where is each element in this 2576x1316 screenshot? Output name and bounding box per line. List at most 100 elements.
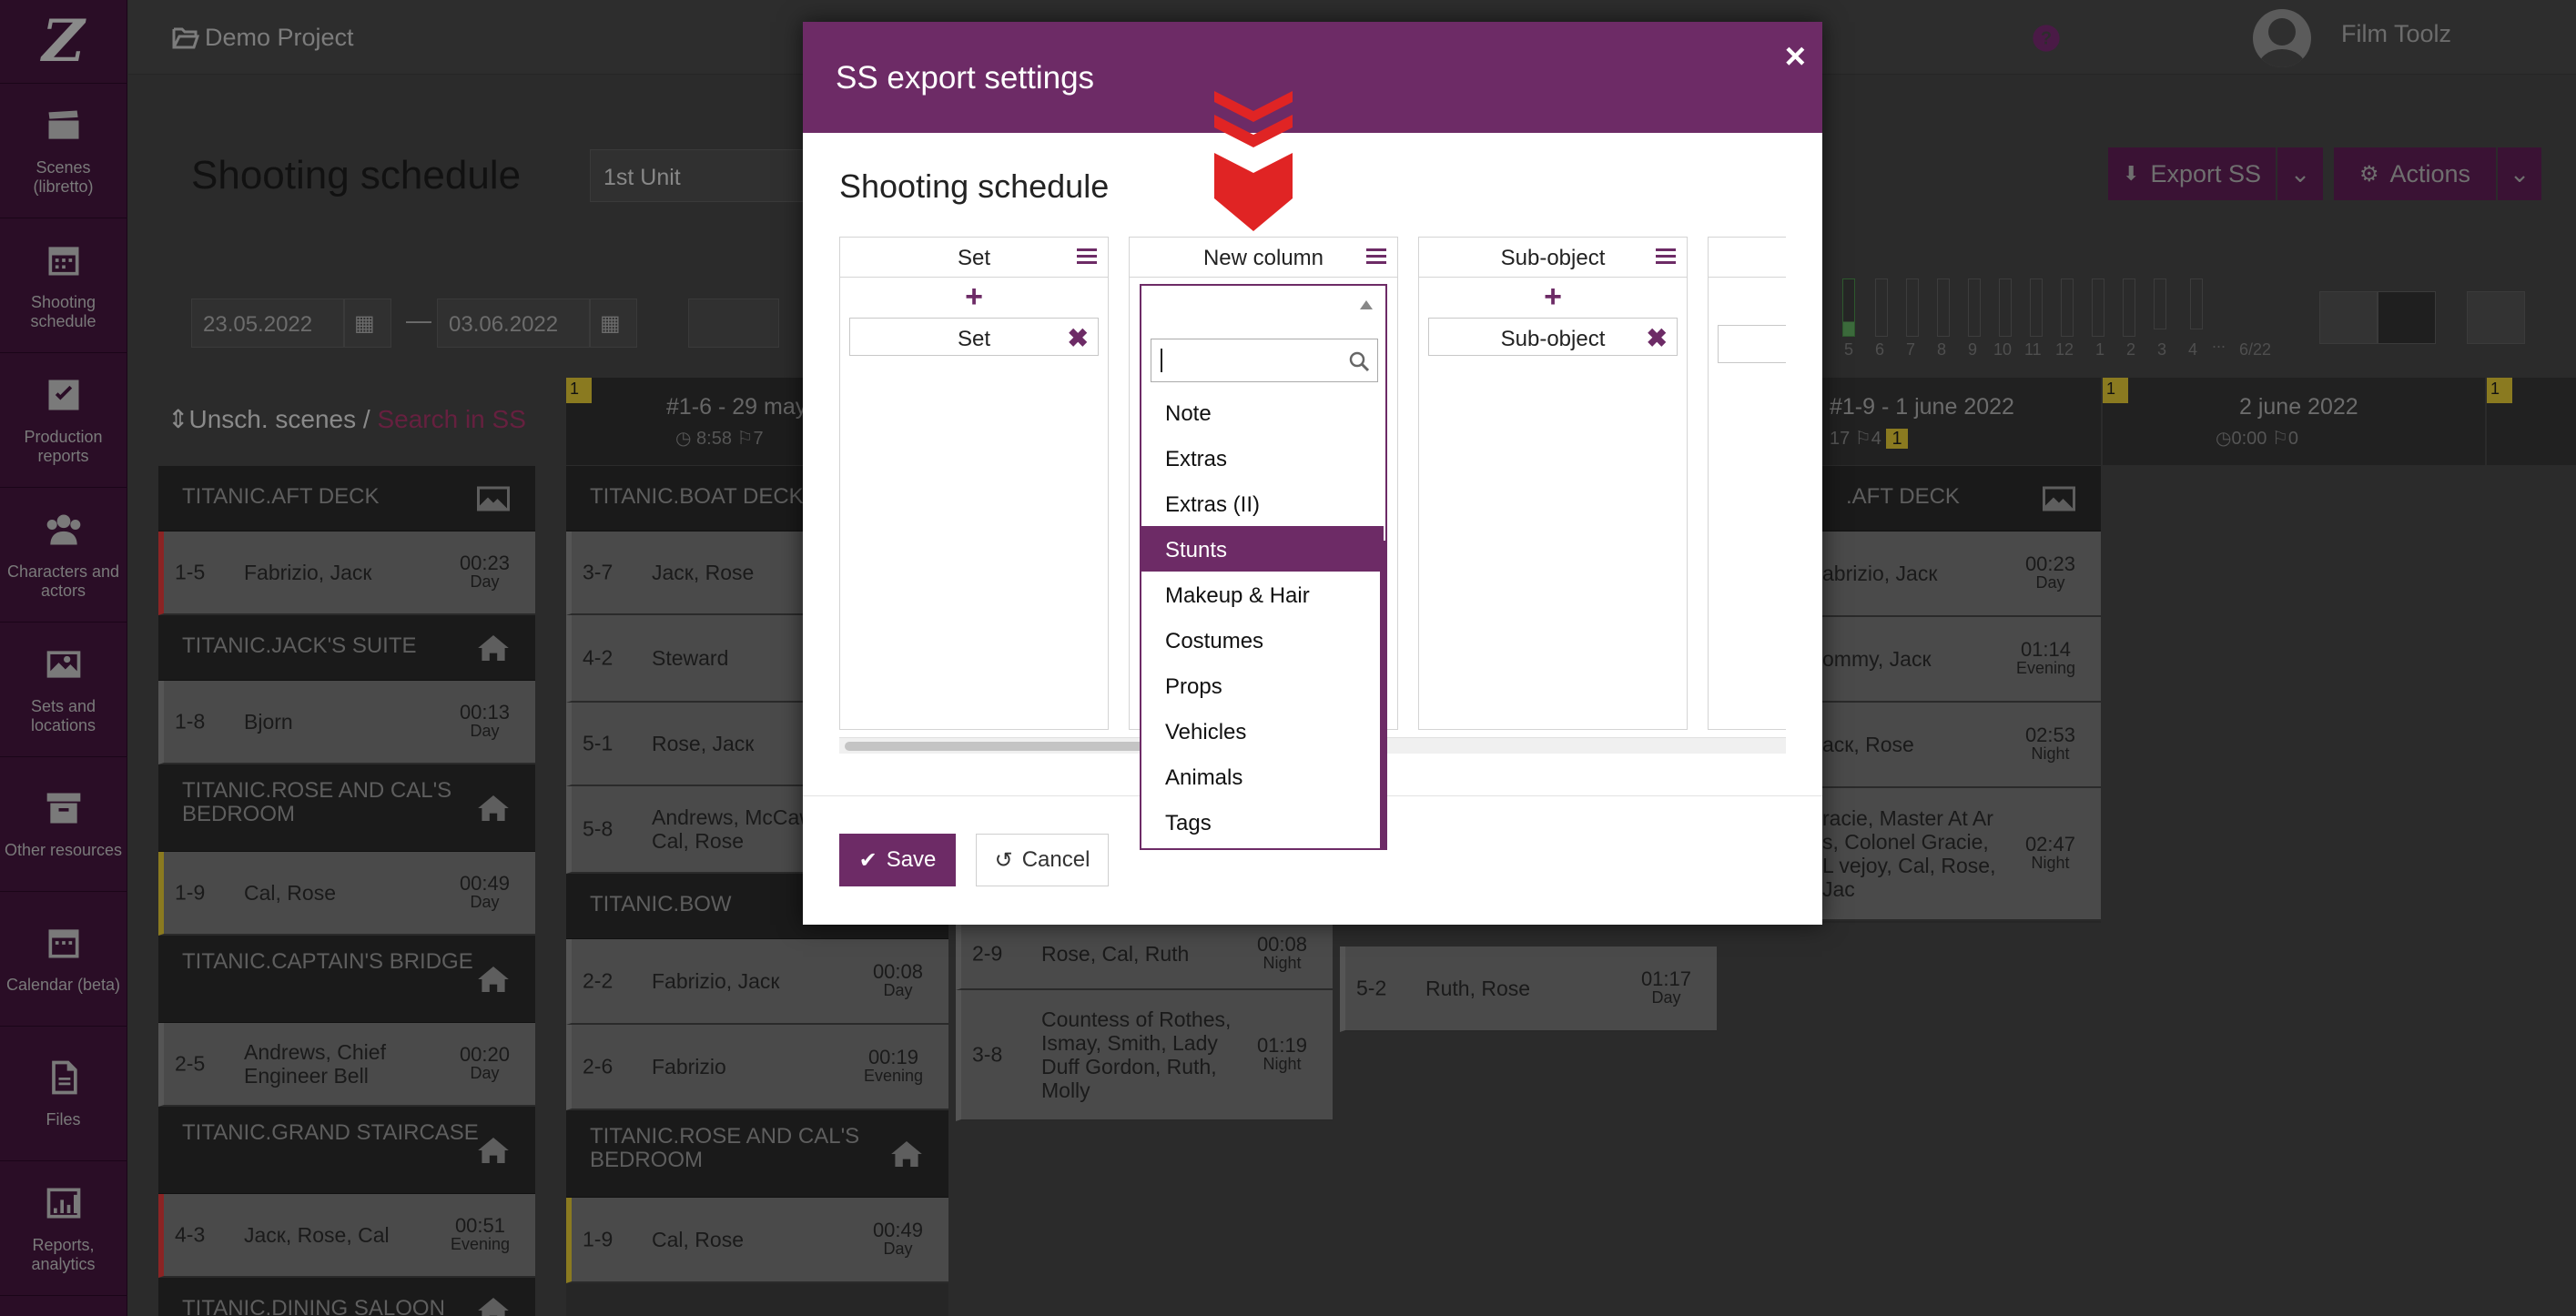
actions-dropdown-toggle[interactable]: ⌄ xyxy=(2498,147,2541,200)
scene-row[interactable]: 3-8 Countess of Rothes, Ismay, Smith, Lad… xyxy=(956,990,1333,1121)
scene-row[interactable]: 1-9 Cal, Rose 00:49 Day xyxy=(566,1198,948,1283)
unit-select[interactable]: 1st Unit xyxy=(590,149,808,202)
search-in-ss-link[interactable]: Search in SS xyxy=(377,405,525,433)
card-view-button[interactable] xyxy=(2378,291,2436,344)
scene-row[interactable]: 1-8 Bjorn 00:13 Day xyxy=(158,681,535,764)
caret-up-icon[interactable] xyxy=(1360,300,1373,309)
scene-row[interactable]: 1-5 Fabrizio, Jacк 00:23 Day xyxy=(158,531,535,615)
app-logo[interactable]: Z xyxy=(0,0,127,84)
save-button[interactable]: ✔ Save xyxy=(839,834,956,886)
column-header[interactable]: Sub-object xyxy=(1419,238,1687,278)
scene-row[interactable]: abrizio, Jacк 00:23 Day xyxy=(1822,531,2101,617)
export-dropdown-toggle[interactable]: ⌄ xyxy=(2277,147,2323,200)
help-icon[interactable]: ? xyxy=(2031,24,2062,53)
set-header[interactable]: TITANIC.CAPTAIN'S BRIDGE xyxy=(158,936,535,1023)
day-bar[interactable] xyxy=(2154,278,2166,329)
field-select-dropdown[interactable]: Note Extras Extras (II) Stunts Makeup & … xyxy=(1140,284,1387,850)
dropdown-option[interactable]: Extras xyxy=(1141,435,1384,481)
search-input[interactable] xyxy=(688,299,779,348)
dropdown-option[interactable]: Makeup & Hair xyxy=(1141,572,1384,617)
day-bar[interactable] xyxy=(1937,278,1950,337)
column-header[interactable]: Set xyxy=(840,238,1108,278)
export-column-sub-object[interactable]: Sub-object + Sub-object ✖ xyxy=(1418,237,1688,730)
scene-row[interactable]: 2-6 Fabrizio 00:19 Evening xyxy=(566,1025,948,1110)
cancel-button[interactable]: ↺ Cancel xyxy=(976,834,1109,886)
dropdown-option[interactable]: Vehicles xyxy=(1141,708,1384,754)
dropdown-option[interactable]: Note xyxy=(1141,390,1384,435)
calendar-icon[interactable]: ▦ xyxy=(590,299,637,348)
date-from-input[interactable]: 23.05.2022 xyxy=(191,299,344,348)
scene-row[interactable]: 1-9 Cal, Rose 00:49 Day xyxy=(158,852,535,936)
scene-row[interactable]: 2-2 Fabrizio, Jacк 00:08 Day xyxy=(566,939,948,1025)
column-header[interactable] xyxy=(1709,238,1786,278)
column-field-chip[interactable]: Sub-object ✖ xyxy=(1428,318,1678,356)
remove-icon[interactable]: ✖ xyxy=(1068,323,1089,353)
sidebar-item-sets[interactable]: Sets and locations xyxy=(0,623,127,757)
dropdown-search-input[interactable] xyxy=(1151,339,1378,382)
day-bar[interactable] xyxy=(1999,278,2012,337)
set-header[interactable]: TITANIC.ROSE AND CAL'S BEDROOM xyxy=(566,1110,948,1198)
unscheduled-header[interactable]: ⇕Unsch. scenes / Search in SS xyxy=(167,404,526,434)
add-icon[interactable]: + xyxy=(840,281,1108,312)
dropdown-option[interactable]: Tags xyxy=(1141,799,1384,845)
dropdown-option[interactable]: Animals xyxy=(1141,754,1384,799)
day-bar[interactable] xyxy=(2190,278,2203,329)
add-icon[interactable]: + xyxy=(1419,281,1687,312)
day-bar[interactable] xyxy=(1968,278,1981,337)
dropdown-option[interactable]: Extras (II) xyxy=(1141,481,1384,526)
avatar[interactable] xyxy=(2253,9,2311,67)
day-header[interactable]: #1-9 - 1 june 2022 17 ⚐4 1 xyxy=(1822,378,2101,465)
day-bar[interactable] xyxy=(2061,278,2074,337)
day-header[interactable]: 1 2 june 2022 ◷0:00 ⚐0 xyxy=(2103,378,2485,465)
sidebar-item-shooting-schedule[interactable]: Shooting schedule xyxy=(0,218,127,353)
sidebar-item-production-reports[interactable]: Production reports xyxy=(0,353,127,488)
set-header[interactable]: TITANIC.GRAND STAIRCASE xyxy=(158,1107,535,1194)
list-view-button[interactable] xyxy=(2319,291,2378,344)
sidebar-item-characters[interactable]: Characters and actors xyxy=(0,488,127,623)
sidebar-item-other-resources[interactable]: Other resources xyxy=(0,757,127,892)
scene-row[interactable]: acк, Rose 02:53 Night xyxy=(1822,703,2101,788)
scene-row[interactable]: 2-9 Rose, Cal, Ruth 00:08 Night xyxy=(956,919,1333,990)
sidebar-item-files[interactable]: Files xyxy=(0,1027,127,1161)
project-selector[interactable]: Demo Project xyxy=(172,24,354,52)
dropdown-option-selected[interactable]: Stunts xyxy=(1141,526,1384,572)
column-field-chip[interactable] xyxy=(1718,325,1786,363)
dropdown-option[interactable]: Props xyxy=(1141,663,1384,708)
menu-icon[interactable] xyxy=(1656,248,1676,265)
set-header[interactable]: TITANIC.ROSE AND CAL'S BEDROOM xyxy=(158,764,535,852)
dropdown-scrollbar[interactable] xyxy=(1380,541,1385,850)
day-bar[interactable] xyxy=(1906,278,1919,337)
day-bar[interactable] xyxy=(2030,278,2043,337)
set-header[interactable]: TITANIC.DINING SALOON xyxy=(158,1278,535,1316)
scene-row[interactable]: 5-2 Ruth, Rose 01:17 Day xyxy=(1340,947,1717,1032)
scene-row[interactable]: 4-3 Jacк, Rose, Cal 00:51 Evening xyxy=(158,1194,535,1278)
set-header[interactable]: .AFT DECK xyxy=(1822,466,2101,531)
menu-icon[interactable] xyxy=(1366,248,1386,265)
day-bar[interactable] xyxy=(1875,278,1888,337)
column-header[interactable]: New column xyxy=(1130,238,1397,278)
sidebar-item-reports[interactable]: Reports, analytics xyxy=(0,1161,127,1296)
close-icon[interactable]: × xyxy=(1785,38,1806,75)
user-name[interactable]: Film Toolz xyxy=(2341,20,2451,48)
day-bar[interactable] xyxy=(1842,278,1855,337)
actions-button[interactable]: ⚙ Actions xyxy=(2334,147,2496,200)
date-to-input[interactable]: 03.06.2022 xyxy=(437,299,590,348)
scene-row[interactable]: 2-5 Andrews, Chief Engineer Bell 00:20 Day xyxy=(158,1023,535,1107)
export-column-set[interactable]: Set + Set ✖ xyxy=(839,237,1109,730)
column-field-chip[interactable]: Set ✖ xyxy=(849,318,1099,356)
sidebar-item-calendar[interactable]: Calendar (beta) xyxy=(0,892,127,1027)
menu-icon[interactable] xyxy=(1077,248,1097,265)
export-column-partial[interactable] xyxy=(1708,237,1786,730)
set-header[interactable]: TITANIC.JACK'S SUITE xyxy=(158,615,535,681)
set-header[interactable]: TITANIC.AFT DECK xyxy=(158,466,535,531)
export-ss-button[interactable]: ⬇ Export SS xyxy=(2108,147,2276,200)
scene-row[interactable]: racie, Master At Ar s, Colonel Gracie, L… xyxy=(1822,788,2101,921)
remove-icon[interactable]: ✖ xyxy=(1647,323,1668,353)
day-bar[interactable] xyxy=(2123,278,2135,337)
dropdown-option[interactable]: Costumes xyxy=(1141,617,1384,663)
day-header[interactable]: 1 xyxy=(2487,378,2576,465)
day-bar[interactable] xyxy=(2092,278,2104,337)
scrollbar-thumb[interactable] xyxy=(845,742,1154,751)
fullscreen-button[interactable] xyxy=(2467,291,2525,344)
sidebar-item-scenes[interactable]: Scenes (libretto) xyxy=(0,84,127,218)
